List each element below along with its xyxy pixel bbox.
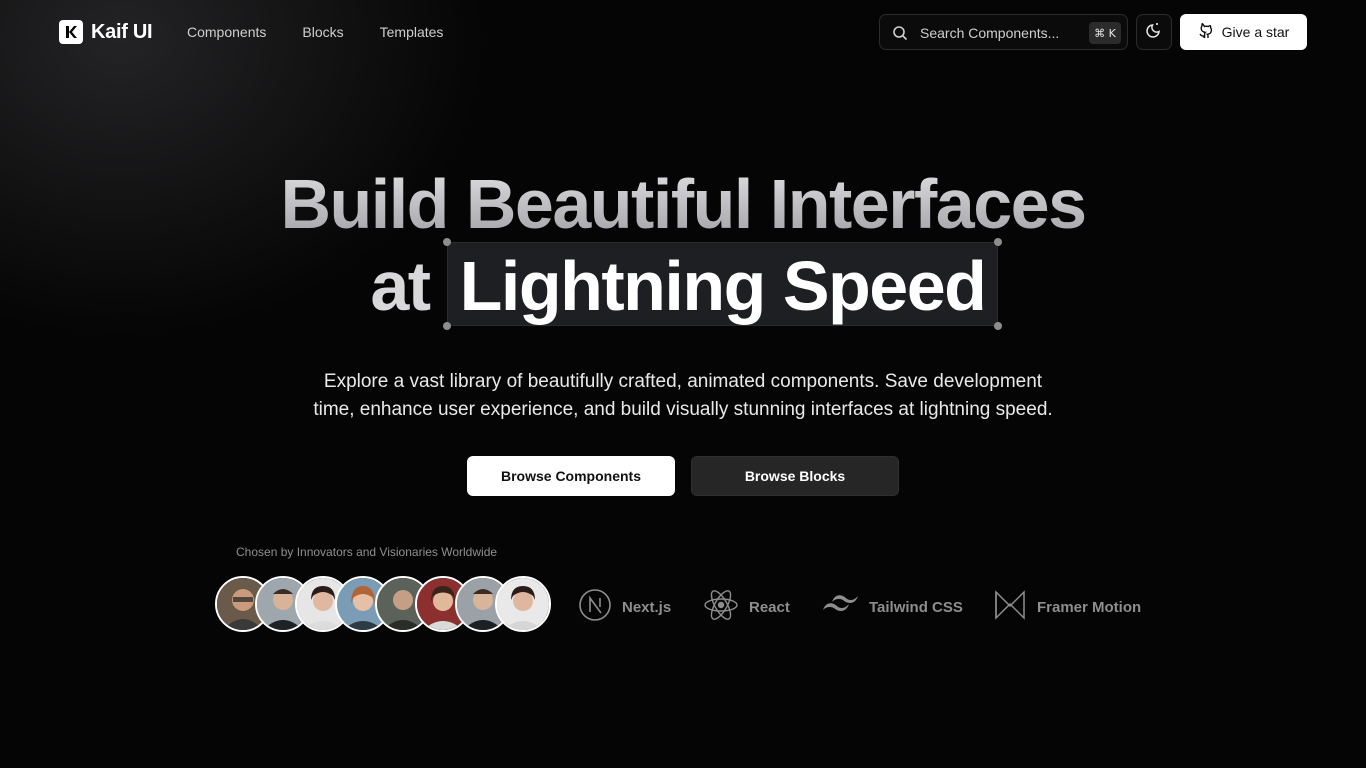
avatar	[495, 576, 551, 632]
tech-item-nextjs: Next.js	[578, 588, 671, 626]
give-star-label: Give a star	[1221, 24, 1290, 40]
tech-label: Tailwind CSS	[869, 598, 963, 616]
hero-title-line1: Build Beautiful Interfaces	[0, 162, 1366, 246]
hero-subtitle-line2: time, enhance user experience, and build…	[313, 399, 1053, 420]
brand-name: Kaif UI	[91, 20, 153, 43]
search-placeholder: Search Components...	[920, 25, 1060, 41]
search-icon	[892, 25, 908, 46]
moon-icon	[1145, 21, 1163, 44]
tech-item-tailwind: Tailwind CSS	[822, 588, 963, 626]
nav-components[interactable]: Components	[187, 24, 266, 40]
github-icon	[1198, 22, 1214, 42]
brand-logo[interactable]: Kaif UI	[59, 20, 153, 44]
search-input[interactable]: Search Components... ⌘ K	[879, 14, 1128, 50]
hero-subtitle-line1: Explore a vast library of beautifully cr…	[323, 371, 1043, 392]
nextjs-icon	[578, 588, 612, 626]
kaif-logo-icon	[59, 20, 83, 44]
social-proof-caption: Chosen by Innovators and Visionaries Wor…	[236, 545, 498, 559]
tailwind-icon	[822, 588, 859, 626]
site-header: Kaif UI Components Blocks Templates Sear…	[0, 0, 1366, 64]
tech-label: Next.js	[622, 598, 672, 616]
search-shortcut: ⌘ K	[1089, 22, 1121, 44]
react-icon	[703, 588, 739, 626]
hero-title-prefix: at	[370, 247, 431, 325]
nav-templates[interactable]: Templates	[380, 24, 444, 40]
hero-subtitle: Explore a vast library of beautifully cr…	[250, 368, 1116, 424]
framer-motion-icon	[993, 588, 1027, 626]
tech-item-react: React	[703, 588, 790, 626]
avatar-group	[215, 576, 555, 632]
theme-toggle-button[interactable]	[1136, 14, 1172, 50]
browse-blocks-button[interactable]: Browse Blocks	[691, 456, 899, 496]
nav-blocks[interactable]: Blocks	[302, 24, 343, 40]
hero-title-highlight: Lightning Speed	[459, 247, 987, 325]
browse-components-button[interactable]: Browse Components	[467, 456, 675, 496]
tech-label: Framer Motion	[1037, 598, 1142, 616]
give-star-button[interactable]: Give a star	[1180, 14, 1307, 50]
tech-item-framer-motion: Framer Motion	[993, 588, 1141, 626]
tech-label: React	[749, 598, 790, 616]
main-nav: Components Blocks Templates	[187, 24, 443, 40]
